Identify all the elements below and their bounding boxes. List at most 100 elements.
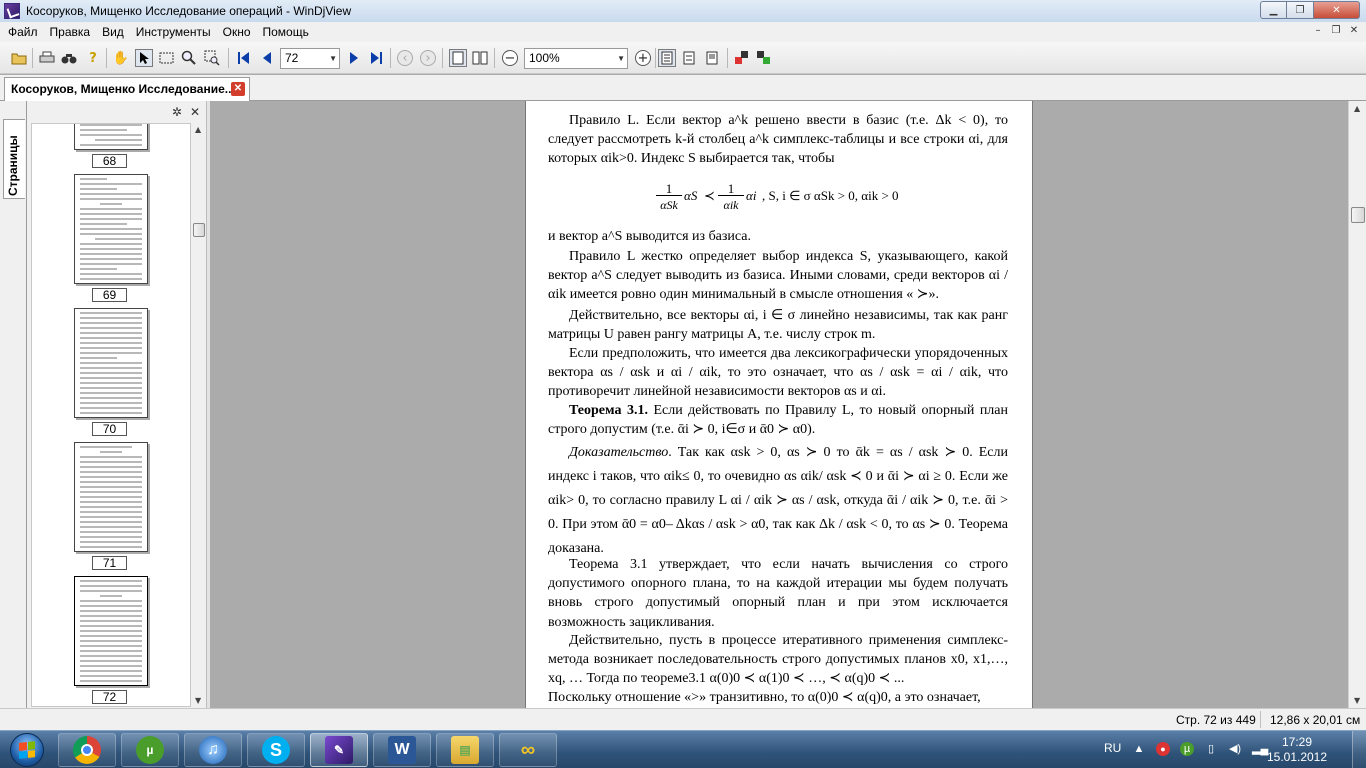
thumbnail-page-71[interactable] <box>74 442 148 552</box>
maximize-button[interactable]: ❐ <box>1287 1 1314 19</box>
zoom-out-icon[interactable]: − <box>501 49 519 67</box>
taskbar-skype[interactable]: S <box>247 733 305 767</box>
window-title: Косоруков, Мищенко Исследование операций… <box>26 4 352 18</box>
status-bar: Стр. 72 из 449 12,86 x 20,01 см <box>0 708 1366 730</box>
thumbnail-label[interactable]: 71 <box>92 556 127 570</box>
last-page-icon[interactable] <box>367 49 385 67</box>
scroll-up-icon[interactable]: ▲ <box>1354 104 1360 113</box>
menu-edit[interactable]: Правка <box>44 25 97 39</box>
thumbnails-scrollbar[interactable]: ▲ ▼ <box>192 123 206 707</box>
windjview-app-icon[interactable] <box>4 3 20 19</box>
document-view: Правило L. Если вектор a^k решено ввести… <box>210 101 1348 708</box>
menu-file[interactable]: Файл <box>2 25 44 39</box>
volume-icon[interactable]: ◀) <box>1228 742 1242 756</box>
scroll-up-icon[interactable]: ▲ <box>195 125 201 134</box>
prev-page-icon[interactable] <box>258 49 276 67</box>
tab-pages[interactable]: Страницы <box>3 119 25 199</box>
taskbar-utorrent[interactable]: µ <box>121 733 179 767</box>
thumbnail-label[interactable]: 72 <box>92 690 127 704</box>
zoom-combo[interactable]: 100% ▼ <box>524 48 628 69</box>
page-info: Стр. 72 из 449 <box>1176 713 1256 727</box>
zoom-in-icon[interactable]: + <box>634 49 652 67</box>
battery-icon[interactable]: ▯ <box>1204 742 1218 756</box>
menu-help[interactable]: Помощь <box>257 25 315 39</box>
document-scrollbar[interactable]: ▲ ▼ <box>1348 101 1366 708</box>
tab-close-icon[interactable]: ✕ <box>231 82 245 96</box>
skype-icon: S <box>262 736 290 764</box>
help-icon[interactable]: ? <box>84 49 102 67</box>
status-separator <box>1260 711 1261 728</box>
thumbnail-label[interactable]: 68 <box>92 154 127 168</box>
paragraph-sequence: Действительно, пусть в процессе итератив… <box>548 633 1008 687</box>
book-icon[interactable] <box>703 49 721 67</box>
document-page: Правило L. Если вектор a^k решено ввести… <box>525 101 1033 708</box>
scroll-down-icon[interactable]: ▼ <box>1354 696 1360 705</box>
menu-view[interactable]: Вид <box>96 25 130 39</box>
scroll-down-icon[interactable]: ▼ <box>195 696 201 705</box>
document-tab[interactable]: Косоруков, Мищенко Исследование... ✕ <box>4 77 250 101</box>
chrome-icon <box>73 736 101 764</box>
proof-text: . Так как αsk > 0, αs ≻ 0 то ᾱk = αs / α… <box>548 445 1008 556</box>
back-icon[interactable]: ‹ <box>396 49 414 67</box>
rotate-right-icon[interactable] <box>755 49 773 67</box>
toolbar-separator <box>106 48 107 68</box>
taskbar-word[interactable]: W <box>373 733 431 767</box>
gear-icon[interactable]: ✲ <box>172 105 182 119</box>
theorem-title: Теорема 3.1. <box>569 403 648 418</box>
thumbnail-page-69[interactable] <box>74 174 148 284</box>
scrollbar-thumb[interactable] <box>193 223 205 237</box>
facing-icon[interactable] <box>680 49 698 67</box>
formula-fraction: 1 αik <box>718 179 744 215</box>
title-bar: Косоруков, Мищенко Исследование операций… <box>0 0 1366 22</box>
two-page-icon[interactable] <box>471 49 489 67</box>
thumbnail-page-70[interactable] <box>74 308 148 418</box>
forward-icon[interactable]: › <box>419 49 437 67</box>
taskbar-explorer[interactable]: ▤ <box>436 733 494 767</box>
show-desktop-button[interactable] <box>1352 731 1366 768</box>
chevron-down-icon[interactable]: ▼ <box>329 49 337 68</box>
thumbnail-label[interactable]: 70 <box>92 422 127 436</box>
close-button[interactable]: ✕ <box>1314 1 1360 19</box>
windows-orb-icon <box>10 733 44 767</box>
toolbar-separator <box>727 48 728 68</box>
select-icon[interactable] <box>135 49 153 67</box>
tray-alert-icon[interactable]: ● <box>1156 742 1170 756</box>
continuous-icon[interactable] <box>658 49 676 67</box>
tray-expand-icon[interactable]: ▲ <box>1132 742 1146 756</box>
find-icon[interactable] <box>60 49 78 67</box>
thumbnail-label[interactable]: 69 <box>92 288 127 302</box>
clock[interactable]: 17:29 15.01.2012 <box>1252 735 1342 765</box>
menu-window[interactable]: Окно <box>217 25 257 39</box>
taskbar-link[interactable]: ∞ <box>499 733 557 767</box>
open-icon[interactable] <box>10 49 28 67</box>
chevron-down-icon[interactable]: ▼ <box>617 49 625 68</box>
mdi-close-icon[interactable]: ✕ <box>1346 24 1362 38</box>
single-page-icon[interactable] <box>449 49 467 67</box>
thumbnail-page-72[interactable] <box>74 576 148 686</box>
formula-condition: , S, i ∈ σ αSk > 0, αik > 0 <box>762 188 899 203</box>
taskbar-windjview[interactable]: ✎ <box>310 733 368 767</box>
close-icon[interactable]: ✕ <box>190 105 200 119</box>
start-button[interactable] <box>3 731 51 768</box>
scrollbar-thumb[interactable] <box>1351 207 1365 223</box>
proof-title: Доказательство <box>569 445 669 460</box>
taskbar-chrome[interactable] <box>58 733 116 767</box>
thumbnail-page-68[interactable] <box>74 124 148 150</box>
first-page-icon[interactable] <box>234 49 252 67</box>
zoom-icon[interactable] <box>180 49 198 67</box>
mdi-restore-icon[interactable]: ❐ <box>1328 24 1344 38</box>
next-page-icon[interactable] <box>345 49 363 67</box>
minimize-button[interactable]: ▁ <box>1260 1 1287 19</box>
taskbar-itunes[interactable]: ♫ <box>184 733 242 767</box>
menu-tools[interactable]: Инструменты <box>130 25 217 39</box>
language-indicator[interactable]: RU <box>1104 741 1121 755</box>
marquee-icon[interactable] <box>158 49 176 67</box>
rotate-left-icon[interactable] <box>733 49 751 67</box>
zoom-rect-icon[interactable] <box>203 49 221 67</box>
mdi-minimize-icon[interactable]: – <box>1310 24 1326 38</box>
page-number-combo[interactable]: 72 ▼ <box>280 48 340 69</box>
clock-date: 15.01.2012 <box>1266 750 1328 764</box>
hand-icon[interactable]: ✋ <box>112 49 130 67</box>
tray-utorrent-icon[interactable]: µ <box>1180 742 1194 756</box>
print-icon[interactable] <box>38 49 56 67</box>
